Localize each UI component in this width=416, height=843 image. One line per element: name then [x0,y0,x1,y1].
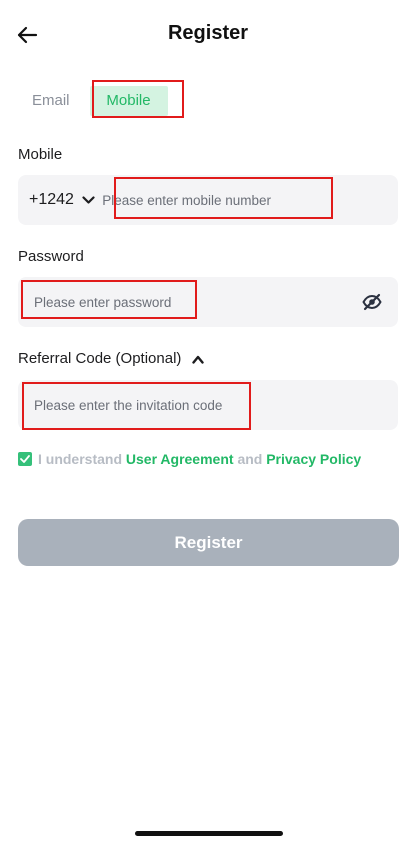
mobile-label: Mobile [18,146,63,163]
referral-field [18,380,398,430]
user-agreement-link[interactable]: User Agreement [126,451,234,467]
password-field [18,277,398,327]
register-button[interactable]: Register [18,519,399,566]
home-indicator [135,831,283,836]
header: Register [0,0,416,72]
eye-off-icon[interactable] [362,293,382,311]
chevron-up-icon [191,355,204,364]
tab-email[interactable]: Email [18,86,84,116]
mobile-number-input[interactable] [100,192,398,208]
chevron-down-icon [82,195,95,204]
agreement-checkbox[interactable] [18,452,32,466]
checkmark-icon [20,455,30,463]
password-label: Password [18,248,84,265]
mobile-field: +1242 [18,175,398,225]
password-input[interactable] [18,294,398,310]
register-method-tabs: Email Mobile [18,84,168,118]
country-code-value: +1242 [29,191,74,208]
agreement-row: I understand User Agreement and Privacy … [18,451,361,467]
agreement-prefix: I understand [38,451,123,467]
page-title: Register [167,22,249,44]
country-code-selector[interactable]: +1242 [18,191,100,209]
tab-mobile[interactable]: Mobile [89,86,168,116]
referral-code-input[interactable] [18,397,398,413]
referral-toggle[interactable]: Referral Code (Optional) [18,350,204,367]
privacy-policy-link[interactable]: Privacy Policy [266,451,361,467]
referral-label: Referral Code (Optional) [18,350,182,367]
agreement-conjunction: and [237,451,263,467]
